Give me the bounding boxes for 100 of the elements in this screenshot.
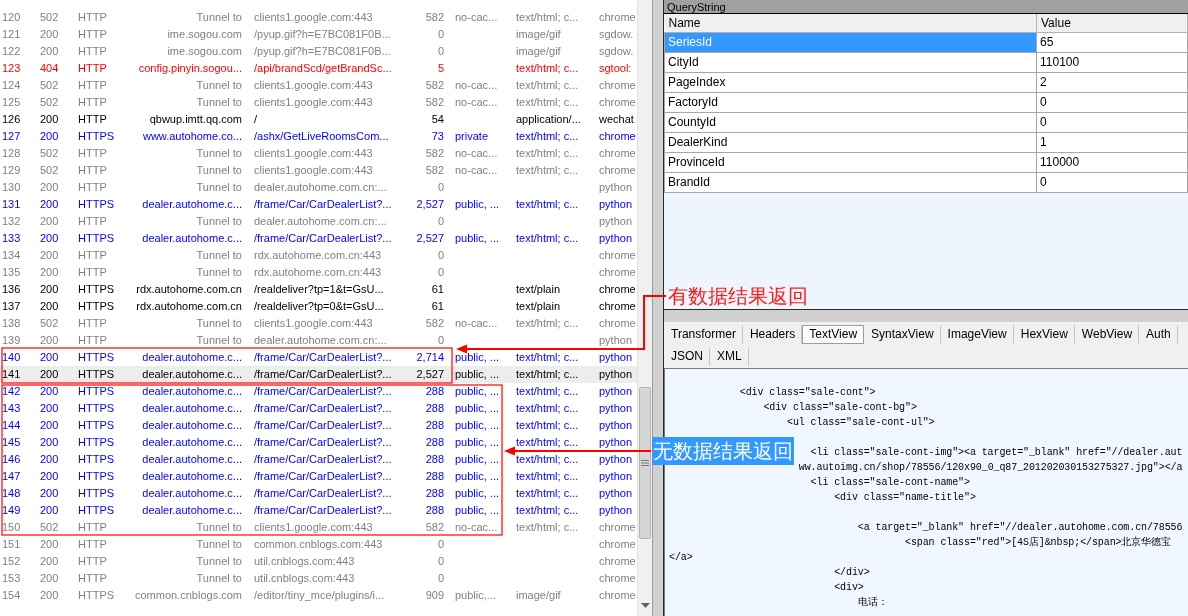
parameter-name[interactable]: CountyId bbox=[664, 112, 1037, 132]
parameter-name[interactable]: DealerKind bbox=[664, 132, 1037, 152]
host-name: rdx.autohome.com.cn bbox=[135, 282, 243, 297]
session-row[interactable]: 141 200 HTTPS dealer.autohome.c... /frame/Car/CarDealerList?... 2,527 public, ... text/html; c... python bbox=[0, 366, 637, 383]
session-row[interactable]: 134 200 HTTP Tunnel to rdx.autohome.com.cn:443 0 chrome bbox=[0, 247, 637, 264]
content-type: text/plain bbox=[516, 299, 562, 314]
session-row[interactable]: 137 200 HTTPS rdx.autohome.com.cn /realdeliver?tp=0&t=GsU... 61 text/plain chrome bbox=[0, 298, 637, 315]
session-row[interactable]: 122 200 HTTP ime.sogou.com /pyup.gif?h=E7BC081F0B... 0 image/gif sgdow. bbox=[0, 43, 637, 60]
session-row[interactable]: 139 200 HTTP Tunnel to dealer.autohome.com.cn:... 0 python bbox=[0, 332, 637, 349]
session-row[interactable]: 123 404 HTTP config.pinyin.sogou... /api/brandScd/getBrandSc... 5 text/html; c... sgtool: bbox=[0, 60, 637, 77]
tab[interactable]: Transformer bbox=[664, 325, 743, 344]
session-row[interactable]: 142 200 HTTPS dealer.autohome.c... /frame/Car/CarDealerList?... 288 public, ... text/html; c... python bbox=[0, 383, 637, 400]
tab[interactable]: SyntaxView bbox=[864, 325, 941, 344]
session-row[interactable]: 140 200 HTTPS dealer.autohome.c... /frame/Car/CarDealerList?... 2,714 public, ... text/html; c... python bbox=[0, 349, 637, 366]
result-code: 200 bbox=[40, 248, 60, 263]
session-number: 137 bbox=[1, 299, 22, 314]
session-row[interactable]: 149 200 HTTPS dealer.autohome.c... /frame/Car/CarDealerList?... 288 public, ... text/html; c... python bbox=[0, 502, 637, 519]
scroll-down-icon[interactable] bbox=[640, 603, 650, 608]
caching-info: public, ... bbox=[455, 452, 501, 467]
body-size: 0 bbox=[436, 27, 444, 42]
url-path: /api/brandScd/getBrandSc... bbox=[254, 61, 393, 76]
session-row[interactable]: 136 200 HTTPS rdx.autohome.com.cn /realdeliver?tp=1&t=GsU... 61 text/plain chrome bbox=[0, 281, 637, 298]
caching-info: no-cac... bbox=[455, 146, 499, 161]
body-size: 288 bbox=[424, 435, 444, 450]
result-code: 200 bbox=[40, 367, 60, 382]
body-size: 0 bbox=[436, 248, 444, 263]
url-path: /frame/Car/CarDealerList?... bbox=[254, 469, 393, 484]
result-code: 200 bbox=[40, 282, 60, 297]
protocol-label: HTTP bbox=[78, 333, 108, 348]
session-row[interactable]: 131 200 HTTPS dealer.autohome.c... /frame/Car/CarDealerList?... 2,527 public, ... text/html; c... python bbox=[0, 196, 637, 213]
host-name: Tunnel to bbox=[195, 571, 243, 586]
process-name: chrome bbox=[599, 163, 637, 178]
process-name: chrome bbox=[599, 571, 637, 586]
session-row[interactable]: 133 200 HTTPS dealer.autohome.c... /frame/Car/CarDealerList?... 2,527 public, ... text/html; c... python bbox=[0, 230, 637, 247]
tab[interactable]: HexView bbox=[1013, 325, 1075, 344]
session-row[interactable]: 126 200 HTTP qbwup.imtt.qq.com / 54 application/... wechat bbox=[0, 111, 637, 128]
url-path: rdx.autohome.com.cn:443 bbox=[254, 248, 383, 263]
session-row[interactable]: 132 200 HTTP Tunnel to dealer.autohome.com.cn:... 0 python bbox=[0, 213, 637, 230]
column-header[interactable]: Name bbox=[664, 14, 1037, 32]
session-row[interactable]: 147 200 HTTPS dealer.autohome.c... /frame/Car/CarDealerList?... 288 public, ... text/html; c... python bbox=[0, 468, 637, 485]
scrollbar-thumb[interactable] bbox=[639, 387, 651, 539]
session-row[interactable]: 121 200 HTTP ime.sogou.com /pyup.gif?h=E7BC081F0B... 0 image/gif sgdow. bbox=[0, 26, 637, 43]
session-row[interactable]: 148 200 HTTPS dealer.autohome.c... /frame/Car/CarDealerList?... 288 public, ... text/html; c... python bbox=[0, 485, 637, 502]
session-row[interactable]: 129 502 HTTP Tunnel to clients1.google.com:443 582 no-cac... text/html; c... chrome bbox=[0, 162, 637, 179]
session-row[interactable]: 144 200 HTTPS dealer.autohome.c... /frame/Car/CarDealerList?... 288 public, ... text/html; c... python bbox=[0, 417, 637, 434]
result-code: 200 bbox=[40, 350, 60, 365]
code-line: 电话： bbox=[857, 595, 888, 610]
host-name: dealer.autohome.c... bbox=[141, 231, 243, 246]
parameter-name[interactable]: PageIndex bbox=[664, 72, 1037, 92]
tab[interactable]: Auth bbox=[1139, 325, 1178, 344]
tab[interactable]: XML bbox=[710, 347, 749, 366]
session-row[interactable]: 152 200 HTTP Tunnel to util.cnblogs.com:443 0 chrome bbox=[0, 553, 637, 570]
result-code: 502 bbox=[40, 10, 60, 25]
process-name: chrome bbox=[599, 95, 637, 110]
session-row[interactable]: 145 200 HTTPS dealer.autohome.c... /frame/Car/CarDealerList?... 288 public, ... text/html; c... python bbox=[0, 434, 637, 451]
protocol-label: HTTPS bbox=[78, 367, 116, 382]
host-name: rdx.autohome.com.cn bbox=[135, 299, 243, 314]
session-row[interactable]: 153 200 HTTP Tunnel to util.cnblogs.com:443 0 chrome bbox=[0, 570, 637, 587]
result-code: 200 bbox=[40, 214, 60, 229]
parameter-name[interactable]: FactoryId bbox=[664, 92, 1037, 112]
session-row[interactable]: 151 200 HTTP Tunnel to common.cnblogs.com:443 0 chrome bbox=[0, 536, 637, 553]
session-row[interactable]: 128 502 HTTP Tunnel to clients1.google.com:443 582 no-cac... text/html; c... chrome bbox=[0, 145, 637, 162]
parameter-name[interactable]: ProvinceId bbox=[664, 152, 1037, 172]
session-number: 140 bbox=[1, 350, 22, 365]
code-line: <div> bbox=[834, 581, 864, 595]
process-name: python bbox=[599, 503, 634, 518]
session-row[interactable]: 135 200 HTTP Tunnel to rdx.autohome.com.cn:443 0 chrome bbox=[0, 264, 637, 281]
result-code: 200 bbox=[40, 554, 60, 569]
tab[interactable]: JSON bbox=[664, 347, 710, 366]
body-size: 582 bbox=[424, 146, 444, 161]
body-size: 61 bbox=[430, 282, 444, 297]
url-path: /ashx/GetLiveRoomsCom... bbox=[254, 129, 390, 144]
caching-info: no-cac... bbox=[455, 316, 499, 331]
body-size: 582 bbox=[424, 316, 444, 331]
scrollbar[interactable] bbox=[637, 0, 652, 616]
parameter-name[interactable]: CityId bbox=[664, 52, 1037, 72]
process-name: python bbox=[599, 333, 634, 348]
process-name: python bbox=[599, 214, 634, 229]
session-row[interactable]: 146 200 HTTPS dealer.autohome.c... /frame/Car/CarDealerList?... 288 public, ... text/html; c... python bbox=[0, 451, 637, 468]
session-row[interactable]: 154 200 HTTPS common.cnblogs.com /editor/tiny_mce/plugins/i... 909 public,... image/gif chrome bbox=[0, 587, 637, 604]
session-row[interactable]: 124 502 HTTP Tunnel to clients1.google.com:443 582 no-cac... text/html; c... chrome bbox=[0, 77, 637, 94]
content-type: text/html; c... bbox=[516, 78, 580, 93]
process-name: python bbox=[599, 350, 634, 365]
session-row[interactable]: 125 502 HTTP Tunnel to clients1.google.com:443 582 no-cac... text/html; c... chrome bbox=[0, 94, 637, 111]
host-name: Tunnel to bbox=[195, 214, 243, 229]
tab[interactable]: ImageView bbox=[940, 325, 1014, 344]
session-row[interactable]: 130 200 HTTP Tunnel to dealer.autohome.com.cn:... 0 python bbox=[0, 179, 637, 196]
tab[interactable]: TextView bbox=[802, 325, 865, 344]
session-row[interactable]: 138 502 HTTP Tunnel to clients1.google.com:443 582 no-cac... text/html; c... chrome bbox=[0, 315, 637, 332]
session-row[interactable]: 127 200 HTTPS www.autohome.co... /ashx/GetLiveRoomsCom... 73 private text/html; c... chrome bbox=[0, 128, 637, 145]
body-size: 2,714 bbox=[415, 350, 444, 365]
caching-info: public, ... bbox=[455, 503, 501, 518]
column-header[interactable]: Value bbox=[1036, 14, 1188, 32]
session-row[interactable]: 150 502 HTTP Tunnel to clients1.google.com:443 582 no-cac... text/html; c... chrome bbox=[0, 519, 637, 536]
process-name: wechat bbox=[599, 112, 635, 127]
url-path: /frame/Car/CarDealerList?... bbox=[254, 435, 393, 450]
session-row[interactable]: 120 502 HTTP Tunnel to clients1.google.com:443 582 no-cac... text/html; c... chrome bbox=[0, 9, 637, 26]
tab[interactable]: WebView bbox=[1074, 325, 1140, 344]
session-row[interactable]: 143 200 HTTPS dealer.autohome.c... /frame/Car/CarDealerList?... 288 public, ... text/html; c... python bbox=[0, 400, 637, 417]
parameter-name[interactable]: BrandId bbox=[664, 172, 1037, 192]
